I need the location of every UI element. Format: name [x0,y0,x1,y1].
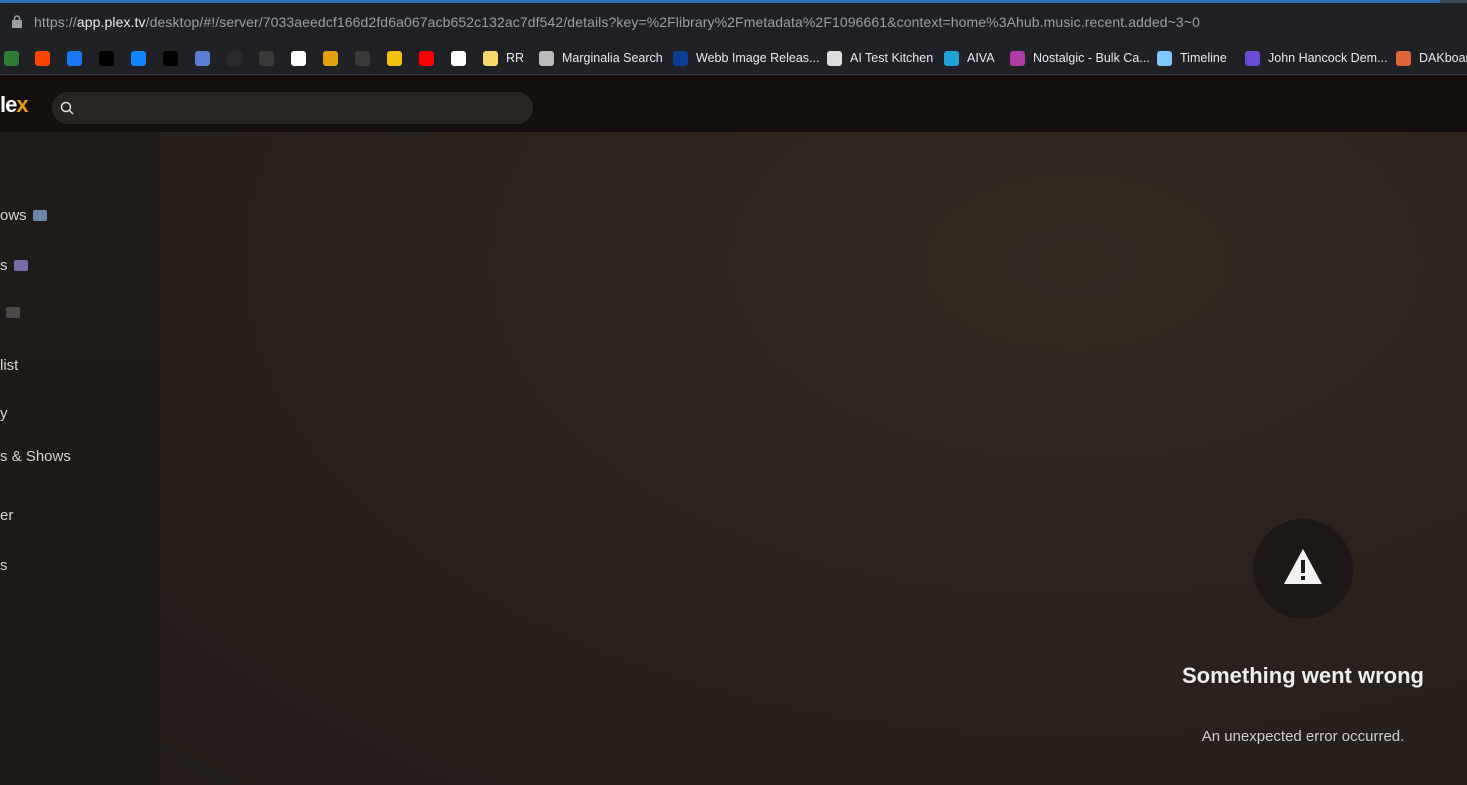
sidebar-item[interactable]: s & Shows [0,448,71,465]
bm-plex[interactable] [227,49,242,67]
emoji-icon [13,260,28,271]
bm-9[interactable] [259,49,274,67]
bm-marginalia-icon [539,50,554,66]
lock-icon [12,15,22,28]
warning-icon [1284,549,1322,584]
bm-dakboard-icon [1396,50,1411,66]
bm-12-icon [355,50,370,66]
bm-aiva-icon [944,50,959,66]
bookmark-label: Timeline [1180,51,1227,65]
bm-dakboard[interactable]: DAKboard [1396,49,1467,67]
bookmark-label: DAKboard [1419,51,1467,65]
sidebar-item[interactable]: s [0,257,28,274]
sidebar-item[interactable]: y [0,405,8,422]
sidebar-item[interactable]: ows [0,207,47,224]
bm-plex-icon [227,50,242,66]
bm-13[interactable] [387,49,402,67]
bm-timeline-icon [1157,50,1172,66]
bm-bluesky-icon [131,50,146,66]
bm-webb[interactable]: Webb Image Releas... [673,49,819,67]
error-title: Something went wrong [1182,663,1424,688]
bookmark-label: Webb Image Releas... [696,51,820,65]
bm-aitest-icon [827,50,842,66]
sidebar-item[interactable]: list [0,357,18,374]
sidebar-item-label: s [0,257,8,274]
bm-timeline[interactable]: Timeline [1157,49,1227,67]
bm-bluesky[interactable] [131,49,146,67]
sidebar: ows s list y s & Shows er s [0,140,160,785]
bm-10-icon [291,50,306,66]
bm-x[interactable] [163,49,178,67]
bm-x-icon [163,50,178,66]
bm-youtube[interactable] [419,49,434,67]
bm-11[interactable] [323,49,338,67]
bm-aitest[interactable]: AI Test Kitchen [827,49,933,67]
bm-aiva[interactable]: AIVA [944,49,995,67]
emoji-icon [32,210,47,221]
sidebar-item-label: list [0,357,19,374]
sidebar-item-label: s & Shows [0,448,71,465]
bm-reddit-icon [35,50,50,66]
sidebar-item-label: s [0,557,8,574]
bm-amazon-icon [451,50,466,66]
bm-11-icon [323,50,338,66]
bm-p-icon [195,50,210,66]
url-scheme: https:// [34,14,77,30]
bm-amazon[interactable] [451,49,466,67]
bookmark-label: Nostalgic - Bulk Ca... [1033,51,1150,65]
search-icon [60,101,74,115]
bm-webb-icon [673,50,688,66]
sidebar-item-label: y [0,405,8,422]
bm-10[interactable] [291,49,306,67]
plex-logo[interactable]: lex [0,92,29,118]
logo-x: x [16,92,28,117]
bm-1-icon [4,50,19,66]
bm-13-icon [387,50,402,66]
bm-facebook-icon [67,50,82,66]
bm-reddit[interactable] [35,49,50,67]
bm-1[interactable] [4,49,19,67]
bm-marginalia[interactable]: Marginalia Search [539,49,663,67]
emoji-icon [6,307,20,318]
bookmarks-bar: RR Marginalia Search Webb Image Releas... A… [0,42,1467,75]
bm-rr-icon [483,50,498,66]
logo-text: le [0,92,17,117]
bm-nostalgic[interactable]: Nostalgic - Bulk Ca... [1010,49,1150,67]
bookmark-label: AIVA [967,51,995,65]
bm-12[interactable] [355,49,370,67]
url-domain: app.plex.tv [76,14,146,30]
bm-threads[interactable] [99,49,114,67]
bm-youtube-icon [419,50,434,66]
bm-johnhancock-icon [1245,50,1260,66]
sidebar-item[interactable]: s [0,557,8,574]
bm-johnhancock[interactable]: John Hancock Dem... [1245,49,1388,67]
error-message: An unexpected error occurred. [1201,728,1405,745]
bm-facebook[interactable] [67,49,82,67]
sidebar-item[interactable]: er [0,507,13,524]
bookmark-label: AI Test Kitchen [850,51,934,65]
sidebar-item-label: ows [0,207,27,224]
sidebar-item-label: er [0,507,14,524]
bm-nostalgic-icon [1010,50,1025,66]
bookmark-label: RR [506,51,525,65]
sidebar-item[interactable] [0,307,20,318]
bookmark-label: John Hancock Dem... [1268,51,1388,65]
bm-threads-icon [99,50,114,66]
url-text[interactable]: https://app.plex.tv/desktop/#!/server/70… [34,14,1200,30]
bm-9-icon [259,50,274,66]
bookmark-label: Marginalia Search [562,51,663,65]
bm-rr[interactable]: RR [483,49,524,67]
error-badge [1253,519,1353,619]
url-path: /desktop/#!/server/7033aeedcf166d2fd6a06… [145,14,1200,30]
bm-p[interactable] [195,49,210,67]
search-input[interactable] [52,92,533,124]
address-bar[interactable]: https://app.plex.tv/desktop/#!/server/70… [0,3,1467,42]
